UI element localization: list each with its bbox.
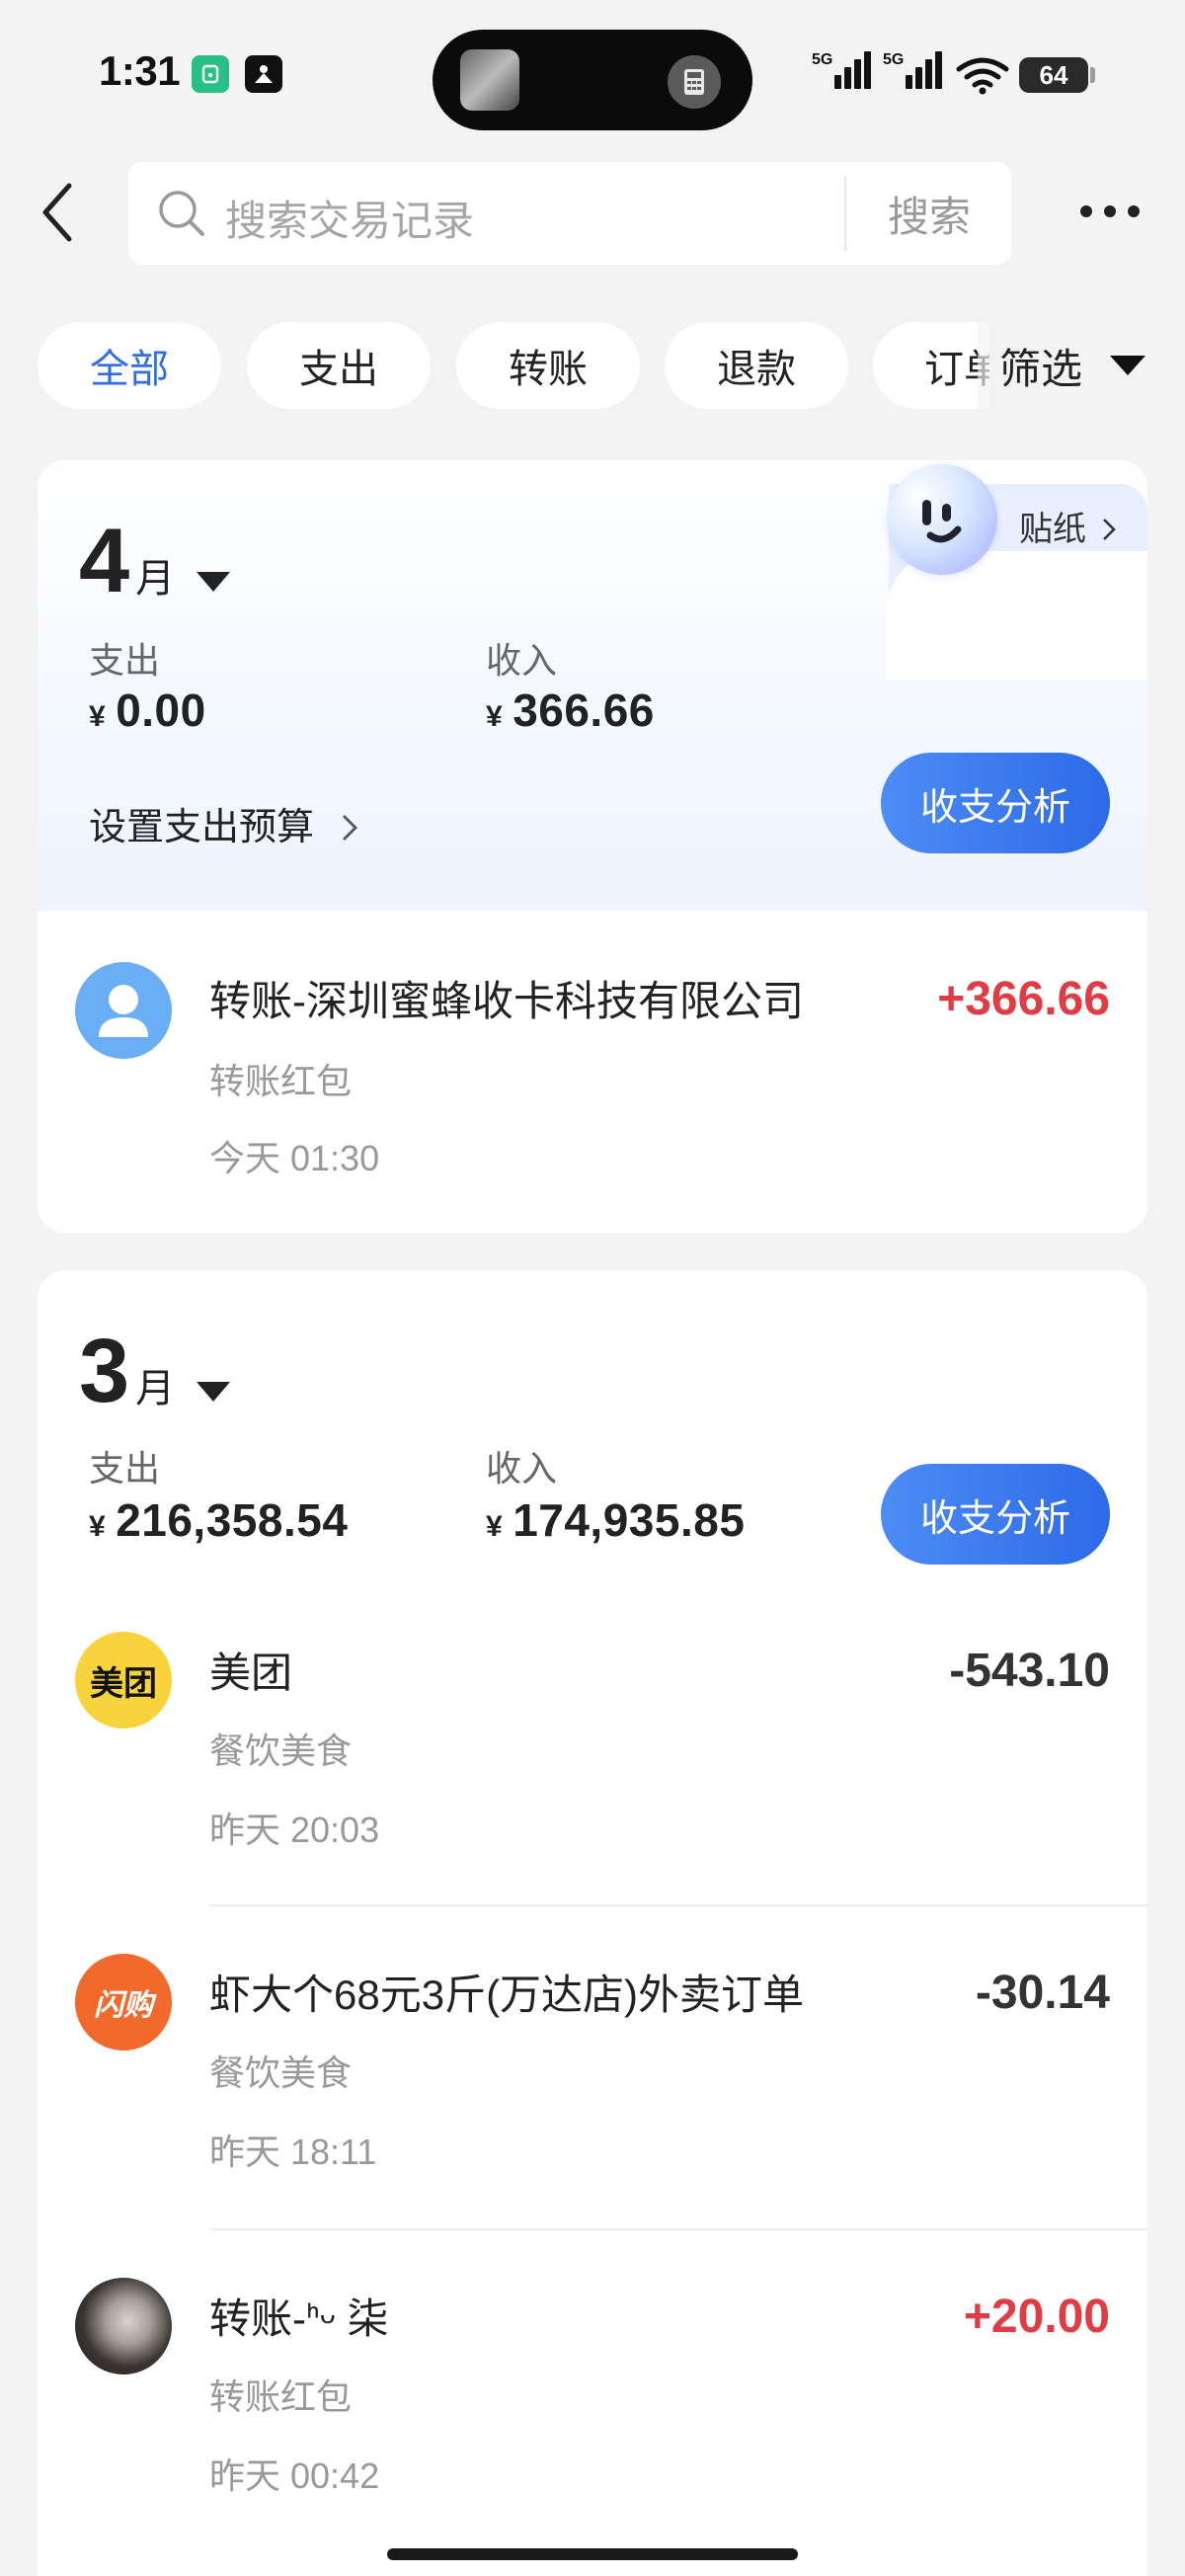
dot-icon: [1128, 205, 1140, 217]
transaction-amount: -543.10: [949, 1645, 1110, 1697]
chip-order-clip: 订单: [873, 322, 989, 409]
month-selector-march[interactable]: 3 月: [79, 1321, 231, 1421]
expense-value: ¥0.00: [89, 684, 206, 737]
income-label: 收入: [486, 640, 558, 681]
live-activity-thumbnail: [460, 49, 519, 111]
income-value: ¥366.66: [486, 684, 655, 737]
analysis-button-april[interactable]: 收支分析: [881, 753, 1110, 853]
transaction-title: 转账-深圳蜜蜂收卡科技有限公司: [209, 978, 804, 1024]
transaction-amount: +20.00: [963, 2291, 1110, 2343]
expense-amount: 0.00: [116, 684, 206, 736]
meituan-logo: 美团: [75, 1632, 172, 1729]
transaction-title: 美团: [209, 1650, 293, 1696]
expense-amount: 216,358.54: [116, 1494, 349, 1546]
search-icon: [156, 188, 207, 244]
transaction-row[interactable]: [38, 1906, 1147, 2228]
budget-label: 设置支出预算: [89, 807, 315, 848]
expense-label: 支出: [89, 640, 161, 681]
chip-expense[interactable]: 支出: [247, 322, 431, 409]
transaction-time: 昨天 18:11: [209, 2132, 377, 2172]
currency-symbol: ¥: [486, 1510, 504, 1543]
shangou-logo-text: 闪购: [94, 1989, 153, 2022]
transaction-time: 昨天 20:03: [209, 1810, 380, 1850]
chevron-right-icon: [1103, 519, 1117, 540]
search-button[interactable]: 搜索: [859, 164, 999, 263]
chevron-right-icon: [342, 815, 357, 841]
transaction-category: 转账红包: [209, 2376, 353, 2417]
status-time: 1:31: [99, 47, 181, 94]
shangou-logo: 闪购: [75, 1954, 172, 2051]
chip-all[interactable]: 全部: [38, 322, 221, 409]
signal-1-label: 5G: [812, 51, 833, 68]
caret-down-icon: [197, 1382, 231, 1402]
filter-button[interactable]: 筛选: [999, 336, 1082, 396]
set-budget-link[interactable]: 设置支出预算: [89, 796, 358, 850]
user-avatar-icon: [75, 962, 172, 1059]
chip-transfer[interactable]: 转账: [456, 322, 640, 409]
transaction-category: 餐饮美食: [209, 1731, 353, 1771]
transaction-time: 今天 01:30: [209, 1138, 380, 1178]
sticker-label: 贴纸: [1019, 511, 1086, 548]
transaction-amount: +366.66: [937, 973, 1110, 1025]
search-placeholder: 搜索交易记录: [225, 198, 475, 244]
month-unit: 月: [135, 1367, 176, 1410]
month-number: 4: [79, 511, 130, 611]
search-divider: [844, 176, 846, 251]
contact-photo: [75, 2278, 172, 2375]
chip-refund[interactable]: 退款: [665, 322, 848, 409]
analysis-button-march[interactable]: 收支分析: [881, 1464, 1110, 1565]
income-value: ¥174,935.85: [486, 1493, 745, 1547]
signal-2-label: 5G: [883, 51, 905, 68]
home-indicator[interactable]: [387, 2548, 798, 2560]
expense-label: 支出: [89, 1448, 161, 1489]
caret-down-icon: [197, 572, 231, 592]
back-button[interactable]: [36, 178, 79, 247]
transaction-title: 虾大个68元3斤(万达店)外卖订单: [209, 1972, 805, 2018]
transaction-title: 转账-ᑋᵕ 柒: [209, 2295, 389, 2342]
caret-down-icon: [1110, 356, 1146, 375]
person-badge-icon: [245, 55, 282, 93]
month-unit: 月: [135, 557, 176, 601]
cellular-signal-2-icon: 5G: [883, 51, 945, 89]
dot-icon: [1080, 205, 1092, 217]
month-selector-april[interactable]: 4 月: [79, 511, 231, 611]
more-options-button[interactable]: [1080, 205, 1140, 217]
sticker-smiley-icon[interactable]: [887, 464, 997, 575]
currency-symbol: ¥: [89, 1510, 107, 1543]
transaction-category: 转账红包: [209, 1061, 353, 1101]
month-number: 3: [79, 1321, 130, 1421]
chevron-left-icon: [42, 183, 72, 242]
currency-symbol: ¥: [89, 700, 107, 733]
income-amount: 174,935.85: [513, 1494, 746, 1546]
cellular-signal-1-icon: 5G: [812, 51, 874, 89]
currency-symbol: ¥: [486, 700, 504, 733]
meituan-logo-text: 美团: [90, 1664, 157, 1703]
wifi-icon: [956, 57, 1009, 100]
transaction-row[interactable]: [38, 2230, 1147, 2536]
chip-order[interactable]: 订单: [873, 322, 989, 409]
mi-home-icon: [192, 55, 229, 93]
income-amount: 366.66: [513, 684, 655, 736]
calculator-icon: [668, 55, 721, 109]
transaction-amount: -30.14: [975, 1967, 1110, 2019]
expense-value: ¥216,358.54: [89, 1493, 348, 1547]
sticker-link[interactable]: 贴纸: [1019, 502, 1117, 550]
income-label: 收入: [486, 1448, 558, 1489]
dot-icon: [1104, 205, 1116, 217]
transaction-time: 昨天 00:42: [209, 2455, 380, 2496]
battery-indicator: 64: [1019, 57, 1088, 93]
transaction-category: 餐饮美食: [209, 2053, 353, 2093]
battery-tip: [1090, 67, 1095, 83]
